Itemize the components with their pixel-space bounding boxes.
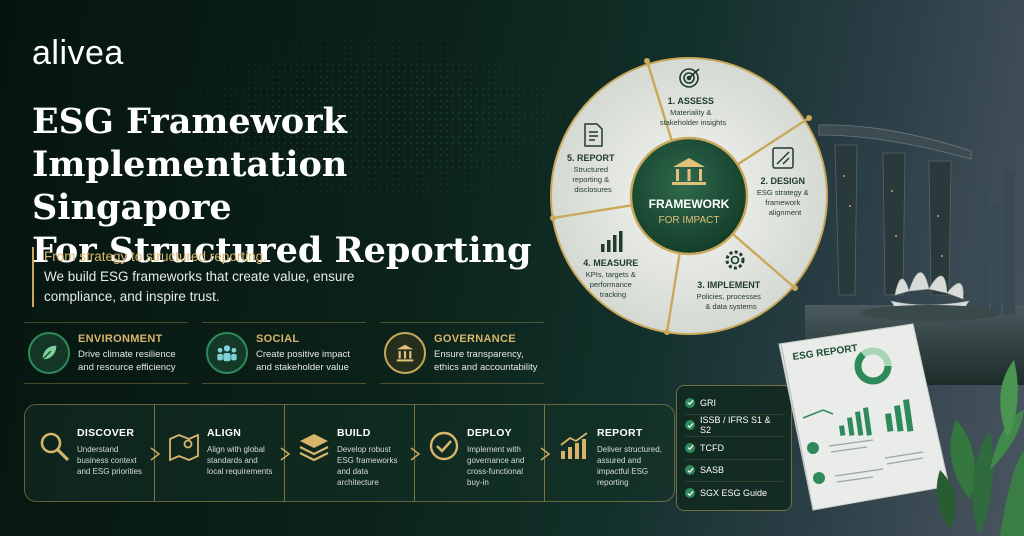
step-discover: DISCOVER Understand business context and… bbox=[24, 404, 161, 502]
pillar-desc: Ensure transparency, ethics and accounta… bbox=[434, 348, 538, 373]
chevron-right-icon bbox=[540, 447, 551, 461]
check-circle-icon bbox=[429, 431, 459, 461]
title-line-2: Implementation Singapore bbox=[32, 144, 348, 228]
hub-title: FRAMEWORK bbox=[649, 197, 730, 211]
process-steps: DISCOVER Understand business context and… bbox=[24, 404, 675, 502]
check-icon bbox=[685, 465, 695, 476]
step-name: REPORT bbox=[597, 427, 643, 439]
check-icon bbox=[685, 397, 695, 408]
growth-chart-icon bbox=[560, 432, 588, 459]
pillar-governance: GOVERNANCE Ensure transparency, ethics a… bbox=[380, 322, 544, 384]
wheel-hub bbox=[629, 136, 749, 256]
plant-leaves-decoration bbox=[936, 360, 1024, 536]
institution-icon bbox=[384, 332, 426, 374]
tagline-highlight: From strategy to structured reporting. bbox=[44, 249, 267, 264]
list-item: SGX ESG Guide bbox=[685, 482, 783, 505]
chevron-right-icon bbox=[280, 447, 291, 461]
pillar-name: GOVERNANCE bbox=[434, 332, 516, 345]
wheel-node bbox=[792, 285, 798, 291]
esg-pillars: ENVIRONMENT Drive climate resilience and… bbox=[24, 322, 544, 384]
framework-wheel: FRAMEWORK FOR IMPACT 1. ASSESS Materiali… bbox=[550, 57, 828, 335]
check-icon bbox=[685, 442, 695, 453]
people-icon bbox=[206, 332, 248, 374]
pillar-name: ENVIRONMENT bbox=[78, 332, 163, 345]
step-align: ALIGN Align with global standards and lo… bbox=[154, 404, 291, 502]
title-line-1: ESG Framework bbox=[32, 101, 347, 142]
hub-subtitle: FOR IMPACT bbox=[659, 215, 720, 226]
list-item: ISSB / IFRS S1 & S2 bbox=[685, 415, 783, 437]
step-name: BUILD bbox=[337, 427, 371, 439]
tagline-text: We build ESG frameworks that create valu… bbox=[44, 269, 355, 304]
wheel-node bbox=[664, 329, 670, 335]
list-item: SASB bbox=[685, 460, 783, 482]
step-report: REPORT Deliver structured, assured and i… bbox=[544, 404, 675, 502]
step-deploy: DEPLOY Implement with governance and cro… bbox=[414, 404, 551, 502]
step-desc: Deliver structured, assured and impactfu… bbox=[597, 445, 662, 487]
step-desc: Align with global standards and local re… bbox=[207, 445, 273, 476]
tagline: From strategy to structured reporting. W… bbox=[32, 247, 362, 307]
leaf-icon bbox=[28, 332, 70, 374]
pillar-environment: ENVIRONMENT Drive climate resilience and… bbox=[24, 322, 188, 384]
pillar-desc: Drive climate resilience and resource ef… bbox=[78, 348, 176, 373]
step-name: ALIGN bbox=[207, 427, 242, 439]
step-name: DISCOVER bbox=[77, 427, 135, 439]
magnifier-icon bbox=[40, 432, 69, 461]
chevron-right-icon bbox=[410, 447, 421, 461]
list-item: TCFD bbox=[685, 437, 783, 460]
segment-report: 5. REPORT Structured reporting & disclos… bbox=[567, 148, 619, 194]
chevron-right-icon bbox=[150, 447, 161, 461]
check-icon bbox=[685, 488, 695, 499]
pillar-social: SOCIAL Create positive impact and stakeh… bbox=[202, 322, 366, 384]
step-desc: Develop robust ESG frameworks and data a… bbox=[337, 445, 398, 487]
check-icon bbox=[685, 420, 695, 431]
segment-implement: 3. IMPLEMENT Policies, processes & data … bbox=[697, 275, 766, 311]
layers-icon bbox=[299, 434, 329, 462]
step-build: BUILD Develop robust ESG frameworks and … bbox=[284, 404, 421, 502]
wheel-node bbox=[644, 58, 650, 64]
pillar-name: SOCIAL bbox=[256, 332, 300, 345]
pillar-desc: Create positive impact and stakeholder v… bbox=[256, 348, 350, 373]
list-item: GRI bbox=[685, 392, 783, 415]
wheel-node bbox=[550, 215, 556, 221]
step-name: DEPLOY bbox=[467, 427, 512, 439]
step-desc: Implement with governance and cross-func… bbox=[467, 445, 525, 487]
step-desc: Understand business context and ESG prio… bbox=[77, 445, 142, 476]
map-pin-icon bbox=[169, 433, 199, 462]
brand-logo: alivea bbox=[32, 34, 124, 72]
